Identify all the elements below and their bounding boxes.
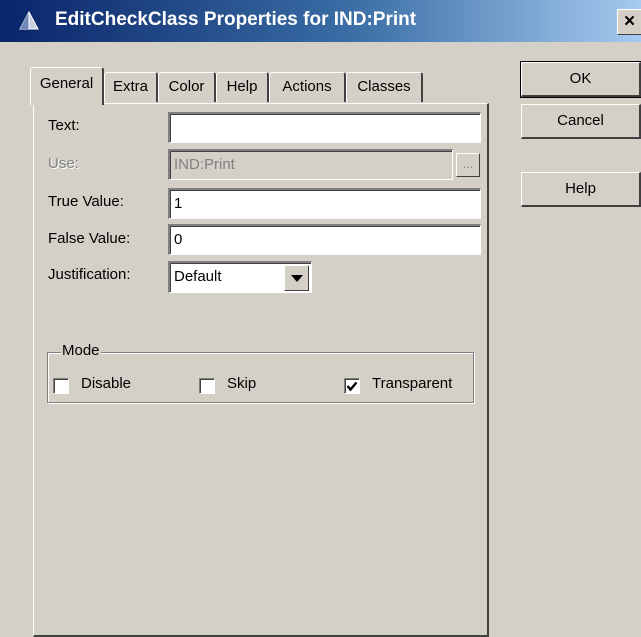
justification-label: Justification: bbox=[48, 266, 131, 283]
tab-extra[interactable]: Extra bbox=[104, 72, 158, 102]
tab-help[interactable]: Help bbox=[216, 72, 269, 102]
skip-checkbox-label[interactable]: Skip bbox=[227, 375, 256, 392]
tab-actions[interactable]: Actions bbox=[269, 72, 346, 102]
tab-general-label: General bbox=[39, 75, 94, 92]
window-title: EditCheckClass Properties for IND:Print bbox=[55, 9, 417, 30]
tab-classes[interactable]: Classes bbox=[346, 72, 423, 102]
mode-groupbox: Mode Disable Skip Transparent bbox=[47, 342, 474, 403]
skip-checkbox[interactable] bbox=[199, 378, 215, 394]
justification-select[interactable]: Default bbox=[168, 261, 312, 293]
browse-button: ... bbox=[456, 153, 480, 177]
tab-general[interactable]: General bbox=[30, 67, 104, 105]
disable-checkbox-label[interactable]: Disable bbox=[81, 375, 131, 392]
use-label: Use: bbox=[48, 155, 79, 172]
tab-color[interactable]: Color bbox=[158, 72, 216, 102]
tab-classes-label: Classes bbox=[357, 78, 411, 95]
tab-color-label: Color bbox=[168, 78, 205, 95]
checkmark-icon bbox=[346, 381, 358, 392]
false-value-input[interactable]: 0 bbox=[168, 224, 481, 255]
ok-button[interactable]: OK bbox=[520, 61, 641, 98]
tab-extra-label: Extra bbox=[112, 78, 148, 95]
help-button[interactable]: Help bbox=[521, 172, 641, 207]
chevron-down-icon[interactable] bbox=[284, 265, 309, 291]
tab-help-label: Help bbox=[226, 78, 258, 95]
general-tab-panel: Text: Use: IND:Print ... True Value: 1 F… bbox=[33, 103, 489, 637]
disable-checkbox[interactable] bbox=[53, 378, 69, 394]
compass-app-icon bbox=[19, 10, 39, 30]
true-value-input[interactable]: 1 bbox=[168, 188, 481, 219]
mode-label: Mode bbox=[61, 342, 101, 359]
title-bar[interactable]: EditCheckClass Properties for IND:Print … bbox=[0, 0, 641, 42]
dialog-body: General Extra Color Help Actions Classes… bbox=[0, 42, 641, 637]
text-label: Text: bbox=[48, 117, 80, 134]
tab-actions-label: Actions bbox=[282, 78, 332, 95]
transparent-checkbox-label[interactable]: Transparent bbox=[372, 375, 452, 392]
false-value-label: False Value: bbox=[48, 230, 131, 247]
true-value-label: True Value: bbox=[48, 193, 124, 210]
use-input: IND:Print bbox=[168, 149, 453, 180]
cancel-button[interactable]: Cancel bbox=[521, 104, 641, 139]
transparent-checkbox[interactable] bbox=[344, 378, 360, 394]
justification-value: Default bbox=[174, 268, 222, 285]
close-button[interactable]: × bbox=[617, 9, 641, 35]
text-input[interactable] bbox=[168, 112, 481, 143]
